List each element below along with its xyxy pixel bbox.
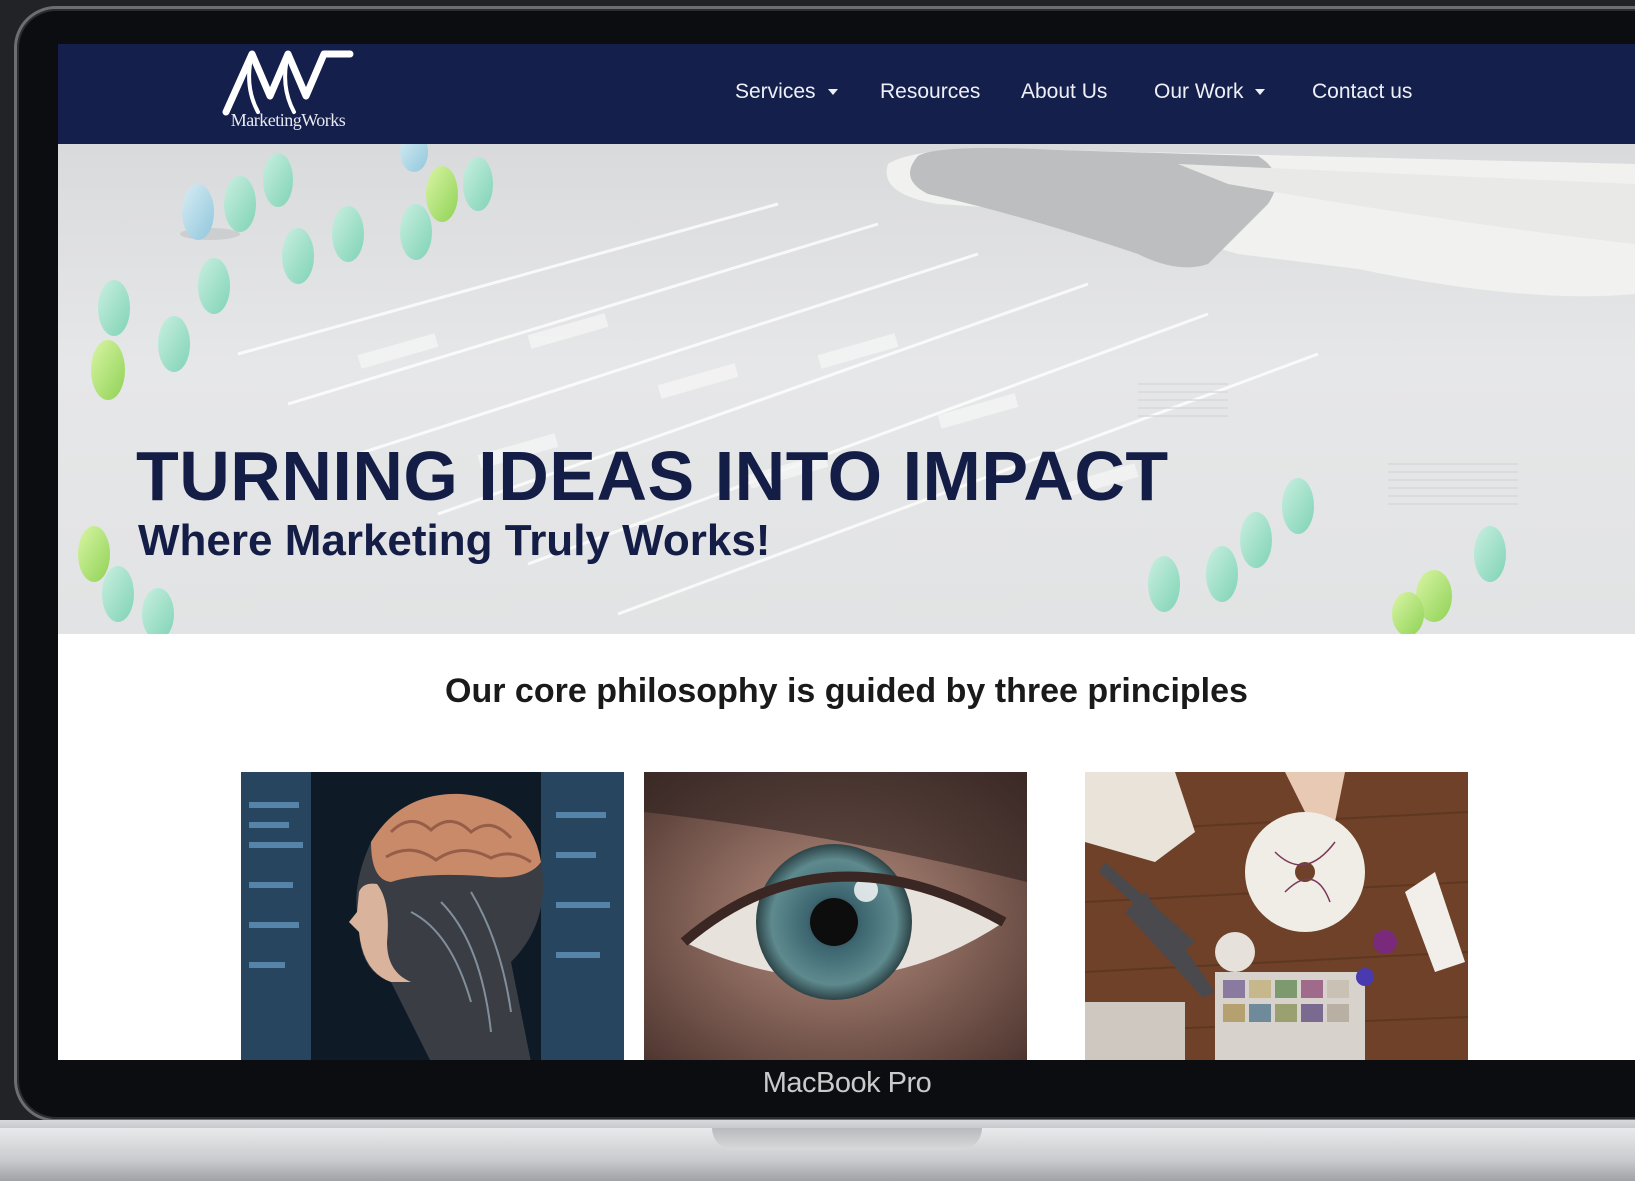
laptop-screen: MarketingWorks Services Resources About … [58, 44, 1635, 1060]
ai-brain-head-image [241, 772, 624, 1060]
caret-down-icon [827, 89, 838, 96]
laptop-notch [712, 1128, 982, 1150]
nav-services-label: Services [735, 80, 816, 103]
eye-closeup-image [644, 772, 1027, 1060]
nav-our-work-label: Our Work [1154, 80, 1244, 103]
principle-card-3[interactable] [1085, 772, 1468, 1060]
nav-about-label: About Us [1021, 80, 1108, 103]
nav-contact-us[interactable]: Contact us [1312, 72, 1412, 112]
nav-about-us[interactable]: About Us [1021, 72, 1107, 112]
principle-card-2[interactable] [644, 772, 1027, 1060]
site-navbar: MarketingWorks Services Resources About … [58, 44, 1635, 144]
nav-our-work[interactable]: Our Work [1154, 72, 1266, 112]
nav-resources[interactable]: Resources [880, 72, 980, 112]
hero-subtitle: Where Marketing Truly Works! [138, 516, 771, 565]
principle-card-1[interactable] [241, 772, 624, 1060]
hero-banner: TURNING IDEAS INTO IMPACT Where Marketin… [58, 144, 1635, 634]
nav-services[interactable]: Services [735, 72, 838, 112]
philosophy-heading: Our core philosophy is guided by three p… [445, 672, 1248, 710]
nav-contact-label: Contact us [1312, 80, 1413, 103]
hero-title: TURNING IDEAS INTO IMPACT [136, 437, 1169, 515]
device-label: MacBook Pro [762, 1067, 932, 1099]
crafting-workbench-image [1085, 772, 1468, 1060]
nav-resources-label: Resources [880, 80, 981, 103]
caret-down-icon [1255, 89, 1266, 96]
main-nav: Services Resources About Us Our Work Con… [58, 44, 1635, 144]
